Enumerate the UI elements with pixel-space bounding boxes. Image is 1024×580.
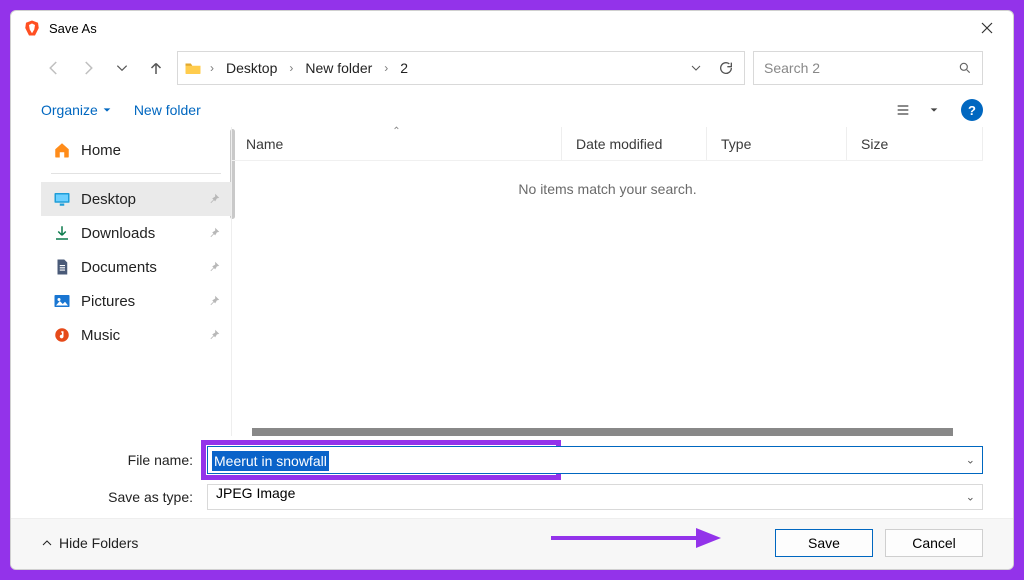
window-title: Save As [49, 21, 97, 36]
breadcrumb-desktop[interactable]: Desktop [222, 58, 281, 78]
search-icon [958, 61, 972, 75]
sidebar-item-home[interactable]: Home [41, 133, 231, 167]
toolbar-row: Organize New folder ? [11, 95, 1013, 127]
organize-menu[interactable]: Organize [41, 102, 112, 118]
new-folder-button[interactable]: New folder [134, 102, 201, 118]
sidebar-item-music[interactable]: Music [41, 318, 231, 352]
refresh-button[interactable] [714, 56, 738, 80]
empty-folder-message: No items match your search. [232, 161, 983, 197]
document-icon [53, 258, 71, 276]
column-header-type[interactable]: Type [707, 127, 847, 160]
sidebar-item-pictures[interactable]: Pictures [41, 284, 231, 318]
back-button[interactable] [41, 55, 67, 81]
column-header-name[interactable]: Name ⌃ [232, 127, 562, 160]
saveastype-label: Save as type: [41, 489, 201, 505]
breadcrumb-newfolder[interactable]: New folder [301, 58, 376, 78]
filename-selected-text: Meerut in snowfall [212, 451, 329, 471]
home-icon [53, 141, 71, 159]
titlebar: Save As [11, 11, 1013, 45]
search-placeholder: Search 2 [764, 60, 820, 76]
column-header-size[interactable]: Size [847, 127, 983, 160]
hide-folders-button[interactable]: Hide Folders [41, 535, 138, 551]
horizontal-scrollbar[interactable] [252, 428, 953, 436]
brave-app-icon [23, 19, 41, 37]
sidebar-item-documents[interactable]: Documents [41, 250, 231, 284]
footer-bar: Hide Folders Save Cancel [11, 518, 1013, 569]
sidebar-item-label: Desktop [81, 191, 136, 208]
close-button[interactable] [965, 11, 1009, 45]
recent-locations-button[interactable] [109, 55, 135, 81]
sort-caret-icon: ⌃ [392, 126, 400, 137]
search-input[interactable]: Search 2 [753, 51, 983, 85]
saveastype-row: Save as type: JPEG Image ⌄ [41, 484, 983, 510]
chevron-right-icon: › [208, 61, 216, 75]
sidebar-item-downloads[interactable]: Downloads [41, 216, 231, 250]
file-list-area: Name ⌃ Date modified Type Size No items … [231, 127, 983, 436]
pin-icon [207, 192, 221, 206]
sidebar-item-label: Pictures [81, 293, 135, 310]
save-as-dialog: Save As › Desktop › New folder › 2 [10, 10, 1014, 570]
help-button[interactable]: ? [961, 99, 983, 121]
forward-button[interactable] [75, 55, 101, 81]
breadcrumb-2[interactable]: 2 [396, 58, 412, 78]
pin-icon [207, 328, 221, 342]
pin-icon [207, 260, 221, 274]
sidebar-item-label: Downloads [81, 225, 155, 242]
form-area: File name: Meerut in snowfall ⌄ Save as … [11, 436, 1013, 518]
view-menu[interactable] [895, 102, 939, 118]
column-header-date[interactable]: Date modified [562, 127, 707, 160]
sidebar-divider [51, 173, 221, 174]
music-icon [53, 326, 71, 344]
desktop-icon [53, 190, 71, 208]
chevron-right-icon: › [287, 61, 295, 75]
pin-icon [207, 294, 221, 308]
cancel-button[interactable]: Cancel [885, 529, 983, 557]
sidebar-item-label: Home [81, 142, 121, 159]
column-headers: Name ⌃ Date modified Type Size [232, 127, 983, 161]
download-icon [53, 224, 71, 242]
sidebar: Home Desktop Downloads [41, 127, 231, 436]
dialog-body: Home Desktop Downloads [11, 127, 1013, 436]
save-button[interactable]: Save [775, 529, 873, 557]
navigation-row: › Desktop › New folder › 2 Search 2 [11, 45, 1013, 95]
sidebar-item-label: Documents [81, 259, 157, 276]
pin-icon [207, 226, 221, 240]
folder-icon [184, 59, 202, 77]
filename-input[interactable]: Meerut in snowfall [207, 446, 983, 474]
address-bar[interactable]: › Desktop › New folder › 2 [177, 51, 745, 85]
up-button[interactable] [143, 55, 169, 81]
sidebar-item-label: Music [81, 327, 120, 344]
sidebar-item-desktop[interactable]: Desktop [41, 182, 231, 216]
pictures-icon [53, 292, 71, 310]
filename-label: File name: [41, 452, 201, 468]
saveastype-select[interactable]: JPEG Image [207, 484, 983, 510]
filename-row: File name: Meerut in snowfall ⌄ [41, 446, 983, 474]
chevron-right-icon: › [382, 61, 390, 75]
address-dropdown-button[interactable] [684, 56, 708, 80]
